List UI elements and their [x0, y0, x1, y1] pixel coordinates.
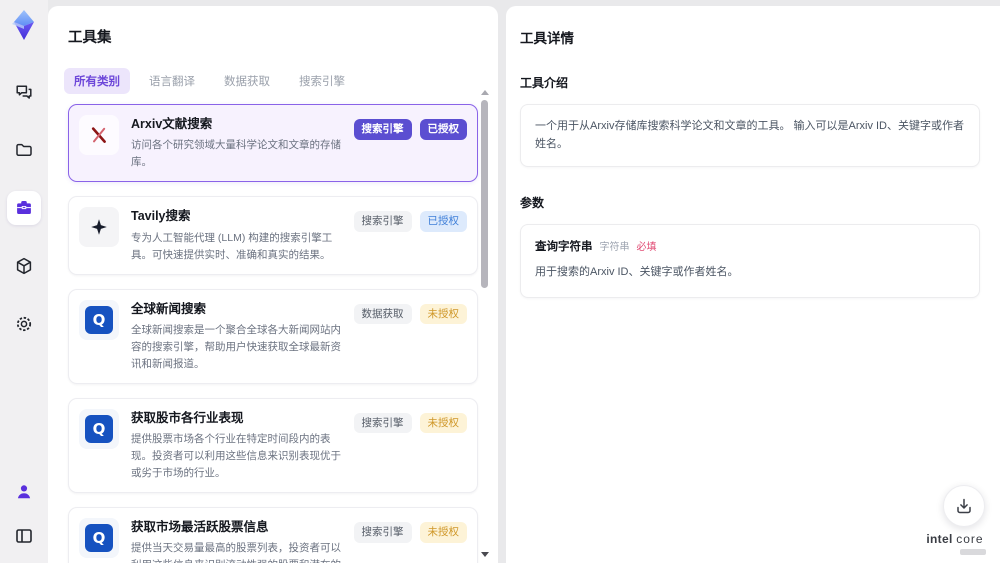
param-type: 字符串 [599, 242, 630, 254]
category-tab[interactable]: 所有类别 [64, 68, 130, 94]
rail-nav [7, 75, 41, 341]
tool-list: Arxiv文献搜索 访问各个研究领域大量科学论文和文章的存储库。 搜索引擎 已授… [68, 104, 478, 563]
category-badge: 搜索引擎 [353, 211, 412, 232]
chat-icon [14, 82, 34, 102]
status-badge: 未授权 [419, 412, 467, 434]
tool-name: 获取市场最活跃股票信息 [131, 520, 269, 534]
param-required-badge: 必填 [636, 242, 657, 254]
panel-toggle-button[interactable] [7, 519, 41, 553]
download-button[interactable] [943, 485, 985, 527]
tools-title: 工具集 [68, 30, 112, 46]
q-icon: Q [79, 408, 119, 449]
rail-item-chat[interactable] [7, 75, 41, 109]
category-badge: 搜索引擎 [353, 119, 412, 140]
intel-core-logo: intel core [922, 531, 988, 555]
category-badge: 搜索引擎 [353, 522, 412, 543]
tool-description: 专为人工智能代理 (LLM) 构建的搜索引擎工具。可快速提供实时、准确和真实的结… [131, 231, 333, 261]
status-badge: 已授权 [419, 119, 467, 140]
intro-heading: 工具介绍 [520, 76, 569, 90]
rail-item-settings[interactable] [7, 307, 41, 341]
details-panel: 工具详情 工具介绍 一个用于从Arxiv存储库搜索科学论文和文章的工具。 输入可… [506, 6, 1000, 563]
left-rail [0, 0, 48, 563]
tool-card[interactable]: Tavily搜索 专为人工智能代理 (LLM) 构建的搜索引擎工具。可快速提供实… [68, 196, 478, 275]
tool-card[interactable]: Q 获取股市各行业表现 提供股票市场各个行业在特定时间段内的表现。投资者可以利用… [68, 397, 478, 493]
settings-icon [14, 314, 34, 334]
q-icon: Q [79, 299, 119, 340]
rail-item-toolbox[interactable] [7, 191, 41, 225]
params-heading: 参数 [520, 196, 545, 211]
tool-intro-text: 一个用于从Arxiv存储库搜索科学论文和文章的工具。 输入可以是Arxiv ID… [520, 104, 980, 168]
tool-card[interactable]: Q 获取市场最活跃股票信息 提供当天交易量最高的股票列表，投资者可以利用这些信息… [68, 507, 478, 563]
scrollbar-thumb[interactable] [481, 100, 488, 288]
toolbox-icon [14, 198, 34, 218]
tool-name: 获取股市各行业表现 [131, 410, 244, 425]
q-icon: Q [79, 518, 119, 558]
rail-item-folder[interactable] [7, 133, 41, 167]
status-badge: 未授权 [419, 522, 467, 543]
tool-description: 全球新闻搜索是一个聚合全球各大新闻网站内容的搜索引擎，帮助用户快速获取全球最新资… [131, 323, 341, 370]
tool-name: Arxiv文献搜索 [131, 117, 213, 131]
param-description: 用于搜索的Arxiv ID、关键字或作者姓名。 [535, 266, 739, 279]
category-tab[interactable]: 数据获取 [214, 68, 280, 94]
scroll-up-icon[interactable] [481, 90, 489, 95]
brand-core: core [956, 531, 984, 546]
tool-name: 全球新闻搜索 [131, 301, 207, 316]
tool-description: 提供当天交易量最高的股票列表，投资者可以利用这些信息来识别流动性强的股票和潜在的… [131, 542, 341, 563]
details-title: 工具详情 [520, 31, 574, 46]
category-tab[interactable]: 语言翻译 [139, 68, 205, 94]
app-logo [6, 7, 42, 43]
param-name: 查询字符串 [535, 241, 593, 254]
user-button[interactable] [7, 475, 41, 509]
arxiv-icon [79, 115, 119, 155]
tool-description: 访问各个研究领域大量科学论文和文章的存储库。 [131, 139, 341, 169]
brand-intel: intel [926, 531, 953, 546]
cube-icon [14, 256, 34, 276]
folder-icon [14, 140, 34, 160]
scroll-down-icon[interactable] [481, 552, 489, 557]
brand-sub-mark [960, 549, 986, 555]
category-tab[interactable]: 搜索引擎 [289, 68, 355, 94]
list-scrollbar[interactable] [480, 90, 489, 561]
category-tabs: 所有类别 语言翻译 数据获取 搜索引擎 [64, 68, 498, 94]
star-icon [79, 207, 119, 248]
tool-card[interactable]: Arxiv文献搜索 访问各个研究领域大量科学论文和文章的存储库。 搜索引擎 已授… [68, 104, 478, 183]
tools-panel: 工具集 所有类别 语言翻译 数据获取 搜索引擎 Arxiv文献搜索 访问各个研究领域大… [48, 6, 498, 563]
category-badge: 数据获取 [353, 303, 412, 324]
status-badge: 未授权 [419, 303, 467, 324]
category-badge: 搜索引擎 [353, 412, 412, 434]
tool-description: 提供股票市场各个行业在特定时间段内的表现。投资者可以利用这些信息来识别表现优于或… [131, 433, 341, 479]
status-badge: 已授权 [419, 211, 467, 232]
tool-name: Tavily搜索 [131, 209, 191, 224]
rail-item-cube[interactable] [7, 249, 41, 283]
parameter-card: 查询字符串 字符串 必填 用于搜索的Arxiv ID、关键字或作者姓名。 [520, 224, 980, 298]
tool-card[interactable]: Q 全球新闻搜索 全球新闻搜索是一个聚合全球各大新闻网站内容的搜索引擎，帮助用户… [68, 288, 478, 384]
